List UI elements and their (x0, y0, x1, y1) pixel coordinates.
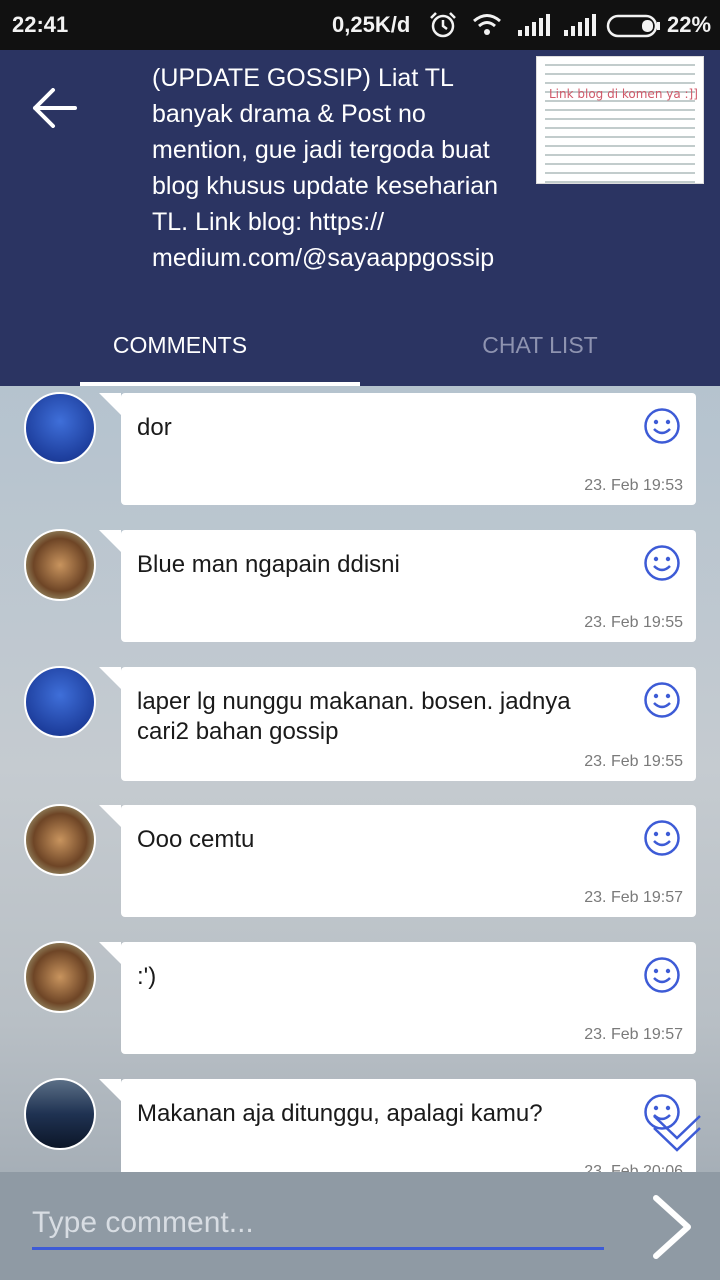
comment-time: 23. Feb 19:55 (584, 753, 683, 770)
comment-text: :') (137, 963, 157, 990)
network-speed: 0,25K/d (332, 12, 411, 37)
post-title: (UPDATE GOSSIP) Liat TL banyak drama & P… (152, 64, 499, 272)
comment-bubble: dor 23. Feb 19:53 (99, 393, 696, 505)
battery-icon (606, 13, 662, 45)
comment-time: 23. Feb 19:53 (584, 477, 683, 494)
comment-input[interactable] (32, 1198, 604, 1250)
smiley-icon[interactable] (643, 681, 681, 719)
comment-text: laper lg nunggu makanan. bosen. jadnya c… (137, 688, 571, 745)
avatar[interactable] (24, 1078, 96, 1150)
signal-icon (516, 14, 550, 44)
comment-input-bar (0, 1172, 720, 1280)
smiley-icon[interactable] (643, 544, 681, 582)
comment-bubble: Makanan aja ditunggu, apalagi kamu? 23. … (99, 1079, 696, 1172)
comment-text: Ooo cemtu (137, 826, 255, 853)
tab-bar: COMMENTS CHAT LIST (0, 304, 720, 386)
alarm-icon (428, 11, 458, 45)
avatar[interactable] (24, 666, 96, 738)
send-arrow-icon[interactable] (648, 1194, 696, 1260)
avatar[interactable] (24, 392, 96, 464)
thumbnail-caption: Link blog di komen ya :]] (549, 87, 698, 101)
comment-text: Makanan aja ditunggu, apalagi kamu? (137, 1100, 543, 1127)
status-bar: 22:41 0,25K/d 22% (0, 0, 720, 50)
comment-bubble: Ooo cemtu 23. Feb 19:57 (99, 805, 696, 917)
tab-chat-list[interactable]: CHAT LIST (360, 304, 720, 386)
comment-time: 23. Feb 19:57 (584, 1026, 683, 1043)
smiley-icon[interactable] (643, 956, 681, 994)
comment-time: 23. Feb 20:06 (584, 1163, 683, 1172)
comment-text: Blue man ngapain ddisni (137, 551, 400, 578)
signal-icon-2 (562, 14, 596, 44)
thumbnail-text-lines (537, 64, 703, 183)
comment-bubble: Blue man ngapain ddisni 23. Feb 19:55 (99, 530, 696, 642)
avatar[interactable] (24, 529, 96, 601)
battery-percent: 22% (667, 12, 712, 37)
scroll-down-icon[interactable] (650, 1108, 704, 1156)
smiley-icon[interactable] (643, 819, 681, 857)
avatar[interactable] (24, 804, 96, 876)
back-button[interactable] (22, 80, 86, 136)
comment-bubble: :') 23. Feb 19:57 (99, 942, 696, 1054)
comment-list[interactable]: dor 23. Feb 19:53 Blue man ngapain ddisn… (0, 386, 720, 1172)
smiley-icon[interactable] (643, 407, 681, 445)
post-header: (UPDATE GOSSIP) Liat TL banyak drama & P… (0, 50, 720, 386)
status-time: 22:41 (12, 12, 69, 37)
wifi-icon (472, 13, 502, 43)
post-thumbnail[interactable]: Link blog di komen ya :]] (536, 56, 704, 184)
comment-time: 23. Feb 19:57 (584, 889, 683, 906)
comment-text: dor (137, 414, 172, 441)
tab-comments[interactable]: COMMENTS (0, 304, 360, 386)
avatar[interactable] (24, 941, 96, 1013)
comment-time: 23. Feb 19:55 (584, 614, 683, 631)
comment-bubble: laper lg nunggu makanan. bosen. jadnya c… (99, 667, 696, 781)
back-arrow-icon (33, 88, 77, 128)
